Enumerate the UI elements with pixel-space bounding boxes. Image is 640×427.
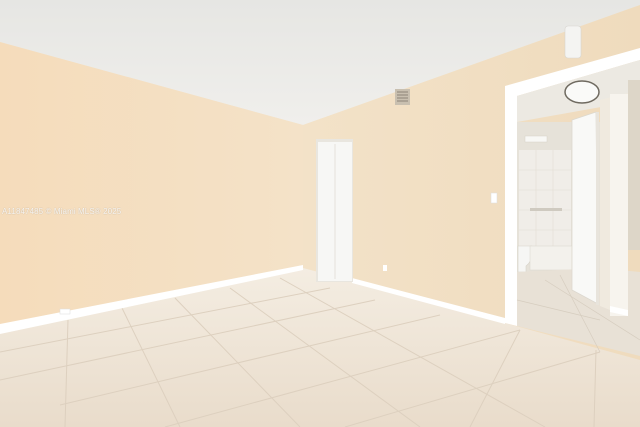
smoke-detector [564, 25, 582, 59]
door-hinge-edge [596, 112, 599, 305]
bathroom-door[interactable] [571, 111, 599, 305]
mls-watermark: A11847485 © Miami MLS® 2025 [2, 207, 122, 216]
far-hall-wall [628, 80, 640, 250]
wall-outlet [383, 265, 387, 271]
right-trim [610, 94, 628, 316]
floor-outlet [59, 308, 71, 315]
towel-bar [530, 208, 562, 211]
room-photo: A11847485 © Miami MLS® 2025 [0, 0, 640, 427]
bathroom-vanity-light [524, 135, 548, 143]
ac-vent [395, 89, 410, 105]
bathtub [529, 245, 573, 271]
bathroom-tiles [519, 150, 571, 250]
light-switch[interactable] [490, 192, 498, 204]
ceiling-light-fixture [564, 80, 600, 104]
